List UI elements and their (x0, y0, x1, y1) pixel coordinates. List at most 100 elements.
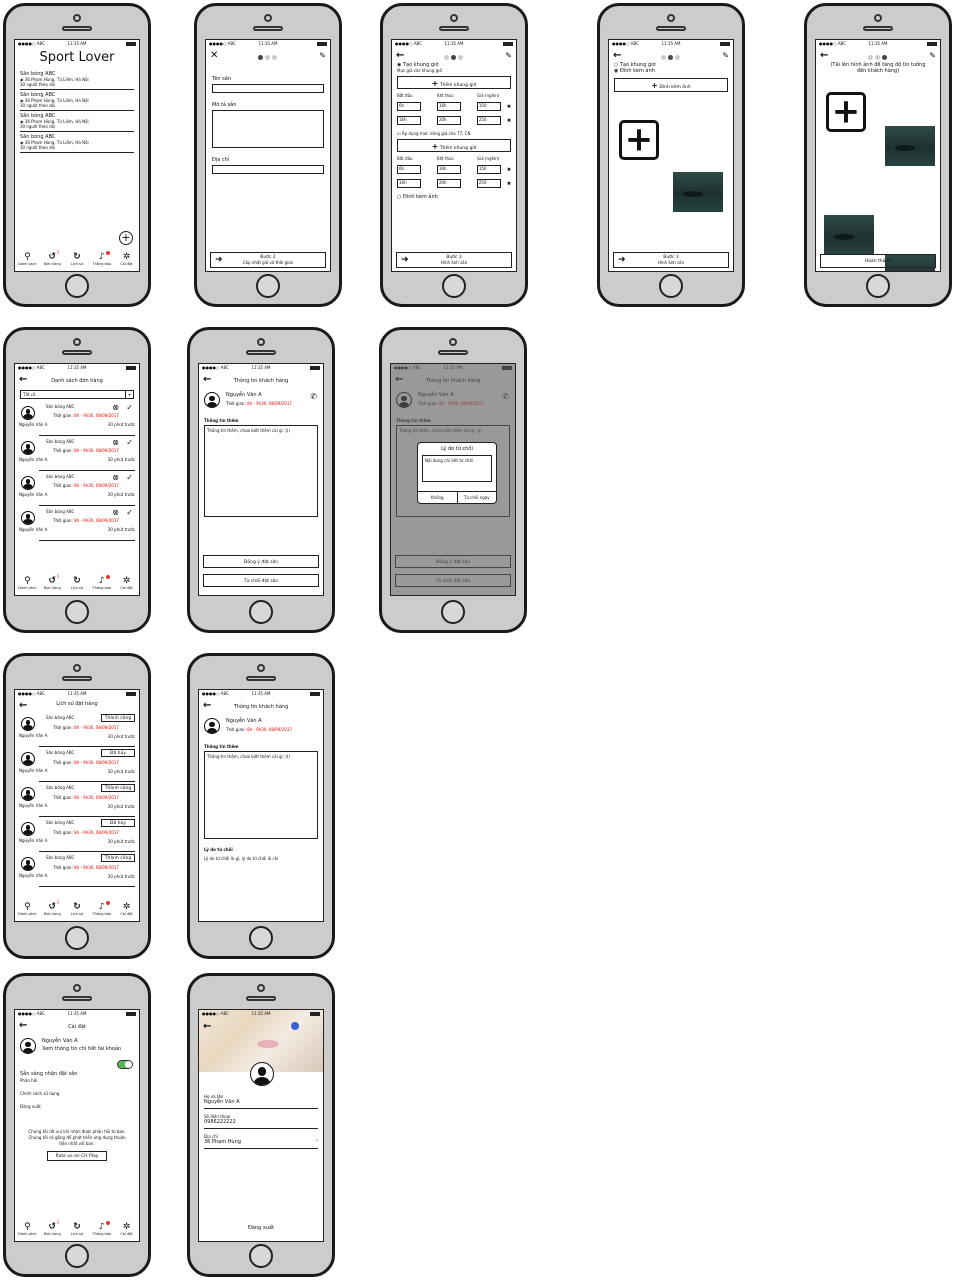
add-time-slot-button[interactable]: + Thêm khung giờ (397, 139, 511, 152)
check-icon[interactable]: ✓ (126, 473, 133, 482)
pencil-icon[interactable]: ✎ (929, 52, 936, 60)
tab-bar: ⚲ Danh sách ↺ 5 Đơn hàng ↻ Lịch sử ♪ Thông bá… (15, 899, 139, 921)
phone-value[interactable]: 0986222222 (204, 1119, 318, 1129)
order-row[interactable]: Nguyễn Văn A Sân bóng ABC Thời gian: 8h … (19, 471, 135, 506)
end-input[interactable]: 20h (436, 116, 461, 125)
end-input[interactable]: 20h (436, 179, 461, 188)
add-time-slot-button[interactable]: + Thêm khung giờ (397, 76, 511, 89)
start-input[interactable]: 16h (397, 116, 421, 125)
tab-list[interactable]: ⚲ Danh sách (15, 902, 39, 917)
check-icon[interactable]: ✓ (126, 508, 133, 517)
price-input[interactable]: 250 (476, 116, 501, 125)
cancel-icon[interactable]: ⊗ (112, 508, 119, 517)
history-row[interactable]: Nguyễn Văn A Sân bóng ABC Thời gian: 8h … (19, 747, 135, 782)
description-input[interactable] (212, 110, 324, 148)
address-row[interactable]: 36 Phạm Hùng › (204, 1138, 318, 1149)
add-field-button[interactable]: + (119, 231, 133, 245)
order-row[interactable]: Nguyễn Văn A Sân bóng ABC Thời gian: 8h … (19, 436, 135, 471)
close-icon[interactable]: ✕ (210, 51, 218, 61)
delete-icon[interactable]: ✖ (507, 104, 511, 110)
back-arrow-icon[interactable]: ← (820, 51, 828, 61)
logout-button[interactable]: Đăng xuất (199, 1225, 323, 1231)
option-attach-image[interactable]: ◉ Đính kèm ảnh (614, 68, 728, 74)
tab-history[interactable]: ↻ Lịch sử (65, 902, 89, 917)
phone-icon[interactable]: ✆ (310, 392, 317, 401)
cancel-icon[interactable]: ⊗ (112, 403, 119, 412)
delete-icon[interactable]: ✖ (507, 167, 511, 173)
tab-history[interactable]: ↻ Lịch sử (65, 252, 89, 267)
check-icon[interactable]: ✓ (126, 438, 133, 447)
delete-icon[interactable]: ✖ (507, 181, 511, 187)
add-image-button[interactable]: + (826, 92, 866, 132)
filter-select[interactable]: Tất cả ▾ (20, 390, 134, 399)
price-input[interactable]: 150 (476, 102, 501, 111)
start-input[interactable]: 6h (397, 102, 421, 111)
cancel-icon[interactable]: ⊗ (112, 438, 119, 447)
dialog-no-button[interactable]: Không (418, 492, 458, 503)
tab-notifications[interactable]: ♪ Thông báo (90, 1221, 114, 1237)
dialog-confirm-button[interactable]: Từ chối ngay (458, 492, 497, 503)
address-input[interactable] (212, 165, 324, 174)
back-arrow-icon[interactable]: ← (396, 51, 404, 61)
rate-button[interactable]: Rate us on CH Play (47, 1151, 107, 1161)
finish-button[interactable]: Hoàn thành (820, 254, 936, 268)
order-row[interactable]: Nguyễn Văn A Sân bóng ABC Thời gian: 8h … (19, 401, 135, 436)
tab-history[interactable]: ↻ Lịch sử (65, 576, 89, 591)
end-input[interactable]: 16h (436, 165, 461, 174)
end-input[interactable]: 16h (436, 102, 461, 111)
add-image-button[interactable]: + (619, 120, 659, 160)
price-input[interactable]: 150 (476, 165, 501, 174)
field-name-input[interactable] (212, 84, 324, 93)
tab-settings[interactable]: ✲ Cài đặt (115, 576, 139, 591)
tab-settings[interactable]: ✲ Cài đặt (115, 252, 139, 267)
policy-item[interactable]: Chính sách sử dụng (15, 1087, 139, 1100)
cancel-icon[interactable]: ⊗ (112, 473, 119, 482)
next-step-button[interactable]: ➜ Bước 3 Hình ảnh sân (396, 252, 512, 268)
tab-list[interactable]: ⚲ Danh sách (15, 252, 39, 267)
history-row[interactable]: Nguyễn Văn A Sân bóng ABC Thời gian: 8h … (19, 852, 135, 887)
accept-button[interactable]: Đồng ý đặt sân (203, 555, 319, 568)
back-arrow-icon[interactable]: ← (613, 51, 621, 61)
tab-notifications[interactable]: ♪ Thông báo (90, 575, 114, 591)
tab-list[interactable]: ⚲ Danh sách (15, 1222, 39, 1237)
tab-settings[interactable]: ✲ Cài đặt (115, 1222, 139, 1237)
tab-orders[interactable]: ↺ 5 Đơn hàng (40, 574, 64, 591)
history-row[interactable]: Nguyễn Văn A Sân bóng ABC Thời gian: 8h … (19, 782, 135, 817)
tab-orders[interactable]: ↺ 5 Đơn hàng (40, 1220, 64, 1237)
order-row[interactable]: Nguyễn Văn A Sân bóng ABC Thời gian: 8h … (19, 506, 135, 541)
history-row[interactable]: Nguyễn Văn A Sân bóng ABC Thời gian: 8h … (19, 817, 135, 852)
reject-button[interactable]: Từ chối đặt sân (203, 574, 319, 587)
start-input[interactable]: 16h (397, 179, 421, 188)
pencil-icon[interactable]: ✎ (505, 52, 512, 60)
tab-notifications[interactable]: ♪ Thông báo (90, 901, 114, 917)
weekend-checkbox[interactable]: ☑ Áp dụng mức riêng giá cho T7, CN (397, 131, 511, 136)
back-arrow-icon[interactable]: ← (203, 1021, 211, 1032)
pencil-icon[interactable]: ✎ (319, 52, 326, 60)
tab-orders[interactable]: ↺ 5 Đơn hàng (40, 250, 64, 267)
tab-list[interactable]: ⚲ Danh sách (15, 576, 39, 591)
start-input[interactable]: 6h (397, 165, 421, 174)
tab-notifications[interactable]: ♪ Thông báo (90, 251, 114, 267)
attach-image-button[interactable]: + Đính kèm ảnh (614, 78, 728, 92)
order-time: 8h - 9h30, 08/09/2017 (74, 795, 119, 800)
pencil-icon[interactable]: ✎ (722, 52, 729, 60)
option-attach-image[interactable]: ○ Đính kèm ảnh (397, 194, 511, 200)
tab-orders[interactable]: ↺ 5 Đơn hàng (40, 900, 64, 917)
history-row[interactable]: Nguyễn Văn A Sân bóng ABC Thời gian: 8h … (19, 712, 135, 747)
check-icon[interactable]: ✓ (126, 403, 133, 412)
list-item[interactable]: Sân bóng ABC ◉ 36 Phạm Hùng, Từ Liêm, Hà… (20, 69, 134, 90)
delete-icon[interactable]: ✖ (507, 118, 511, 124)
next-step-button[interactable]: ➜ Bước 2 Cập nhật giá và thời gian (210, 252, 326, 268)
tab-settings[interactable]: ✲ Cài đặt (115, 902, 139, 917)
reject-reason-input[interactable]: Nội dung chi tiết từ chối (422, 455, 492, 482)
ready-toggle[interactable] (117, 1060, 133, 1069)
next-step-button[interactable]: ➜ Bước 3 Hình ảnh sân (613, 252, 729, 268)
price-input[interactable]: 250 (476, 179, 501, 188)
name-value[interactable]: Nguyễn Văn A (204, 1099, 318, 1109)
profile-row[interactable]: Nguyễn Văn A Xem thông tin chi tiết tài … (15, 1036, 139, 1060)
tab-history[interactable]: ↻ Lịch sử (65, 1222, 89, 1237)
list-item[interactable]: Sân bóng ABC ◉ 36 Phạm Hùng, Từ Liêm, Hà… (20, 111, 134, 132)
logout-item[interactable]: Đăng xuất (15, 1100, 139, 1113)
list-item[interactable]: Sân bóng ABC ◉ 36 Phạm Hùng, Từ Liêm, Hà… (20, 90, 134, 111)
list-item[interactable]: Sân bóng ABC ◉ 36 Phạm Hùng, Từ Liêm, Hà… (20, 132, 134, 153)
